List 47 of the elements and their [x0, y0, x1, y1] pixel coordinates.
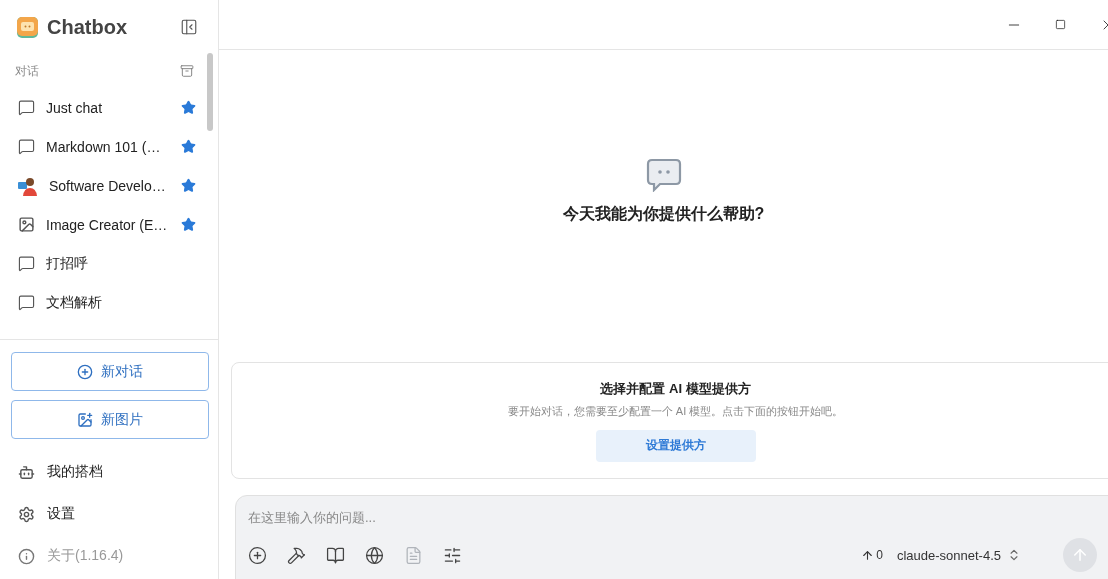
card-description: 要开始对话，您需要至少配置一个 AI 模型。点击下面的按钮开始吧。 [507, 403, 844, 419]
settings-icon [18, 505, 35, 523]
star-icon[interactable] [181, 178, 196, 193]
sliders-icon[interactable] [443, 545, 462, 565]
image-icon [18, 216, 35, 233]
message-input[interactable]: 在这里输入你的问题... [248, 510, 1108, 525]
chat-icon [18, 255, 35, 272]
star-icon[interactable] [181, 217, 196, 232]
arrow-up-icon [861, 548, 875, 562]
conversation-item[interactable]: Just chat [46, 99, 170, 116]
hammer-icon[interactable] [287, 545, 306, 565]
menu-item[interactable]: 我的搭档 [47, 463, 103, 481]
conversation-item[interactable]: Markdown 101 (… [46, 138, 170, 155]
globe-icon[interactable] [365, 545, 384, 565]
collapse-sidebar-icon[interactable] [180, 18, 198, 36]
add-icon[interactable] [248, 545, 267, 565]
book-icon[interactable] [326, 545, 345, 565]
archive-icon[interactable] [180, 64, 194, 78]
star-icon[interactable] [181, 139, 196, 154]
welcome-heading: 今天我能为你提供什么帮助? [562, 203, 765, 224]
conversation-item[interactable]: Software Develo… [49, 177, 170, 194]
add-icon [77, 363, 93, 380]
chat-icon [18, 99, 35, 116]
token-count: 0 [876, 548, 883, 562]
conversation-item[interactable]: 文档解析 [46, 293, 196, 312]
chat-icon [18, 294, 35, 311]
conversation-item[interactable]: 打招呼 [46, 254, 196, 273]
conversation-item[interactable]: Image Creator (E… [46, 216, 170, 233]
info-icon [18, 547, 35, 565]
logo-icon [17, 16, 38, 38]
chat-bubble-icon [645, 157, 682, 192]
scrollbar-thumb[interactable] [207, 53, 213, 131]
maximize-icon[interactable] [1055, 19, 1066, 30]
avatar-icon [18, 175, 38, 196]
app-title: Chatbox [47, 15, 128, 39]
image-add-icon [77, 411, 93, 428]
chat-icon [18, 138, 35, 155]
section-label: 对话 [15, 62, 39, 80]
chevron-icon [1007, 548, 1021, 562]
setup-provider-button[interactable]: 设置提供方 [595, 429, 756, 462]
new-item-button[interactable]: 新对话 [11, 352, 209, 391]
menu-item[interactable]: 设置 [47, 505, 75, 523]
star-icon[interactable] [181, 100, 196, 115]
new-item-button[interactable]: 新图片 [11, 400, 209, 439]
model-selector[interactable]: claude-sonnet-4.5 [896, 547, 1021, 563]
card-title: 选择并配置 AI 模型提供方 [600, 379, 751, 398]
robot-icon [18, 463, 35, 481]
